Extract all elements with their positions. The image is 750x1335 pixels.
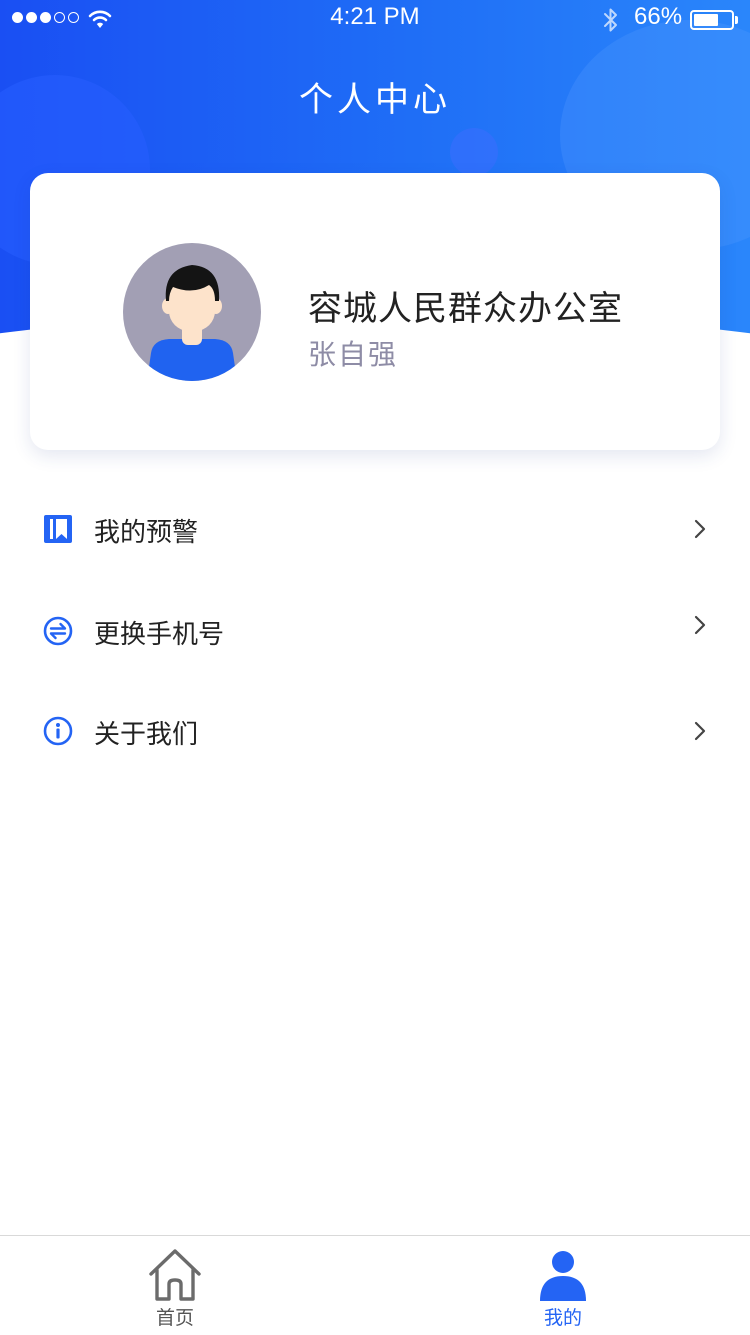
menu-label: 更换手机号 (94, 620, 225, 650)
battery-icon (690, 10, 734, 30)
user-name: 张自强 (308, 338, 399, 371)
tab-label: 我的 (543, 1307, 582, 1329)
chevron-right-icon (694, 721, 706, 741)
swap-icon (43, 616, 73, 646)
chevron-right-icon (694, 615, 706, 635)
info-icon (43, 716, 73, 746)
user-avatar-icon (147, 265, 237, 381)
profile-card[interactable]: 容城人民群众办公室 张自强 (30, 173, 720, 450)
menu-item-my-alerts[interactable]: 我的预警 (0, 488, 750, 568)
tab-bar: 首页 我的 (0, 1235, 750, 1335)
organization-name: 容城人民群众办公室 (308, 289, 623, 329)
bookmark-icon (44, 515, 72, 543)
tab-home[interactable]: 首页 (105, 1236, 245, 1335)
chevron-right-icon (694, 519, 706, 539)
battery-level (694, 14, 718, 26)
battery-tip (735, 16, 738, 24)
menu-item-about-us[interactable]: 关于我们 (0, 692, 750, 772)
menu-item-change-phone[interactable]: 更换手机号 (0, 590, 750, 670)
menu-label: 我的预警 (94, 518, 199, 548)
tab-label: 首页 (155, 1307, 194, 1329)
bluetooth-icon (604, 8, 617, 32)
avatar[interactable] (123, 243, 261, 381)
menu-label: 关于我们 (94, 720, 199, 750)
user-icon (540, 1251, 586, 1301)
tab-mine[interactable]: 我的 (493, 1236, 633, 1335)
page-title: 个人中心 (299, 80, 451, 120)
status-bar: 4:21 PM 66% (0, 0, 750, 40)
home-icon (149, 1249, 201, 1301)
battery-percentage: 66% (634, 3, 683, 30)
decorative-circle (450, 128, 498, 176)
